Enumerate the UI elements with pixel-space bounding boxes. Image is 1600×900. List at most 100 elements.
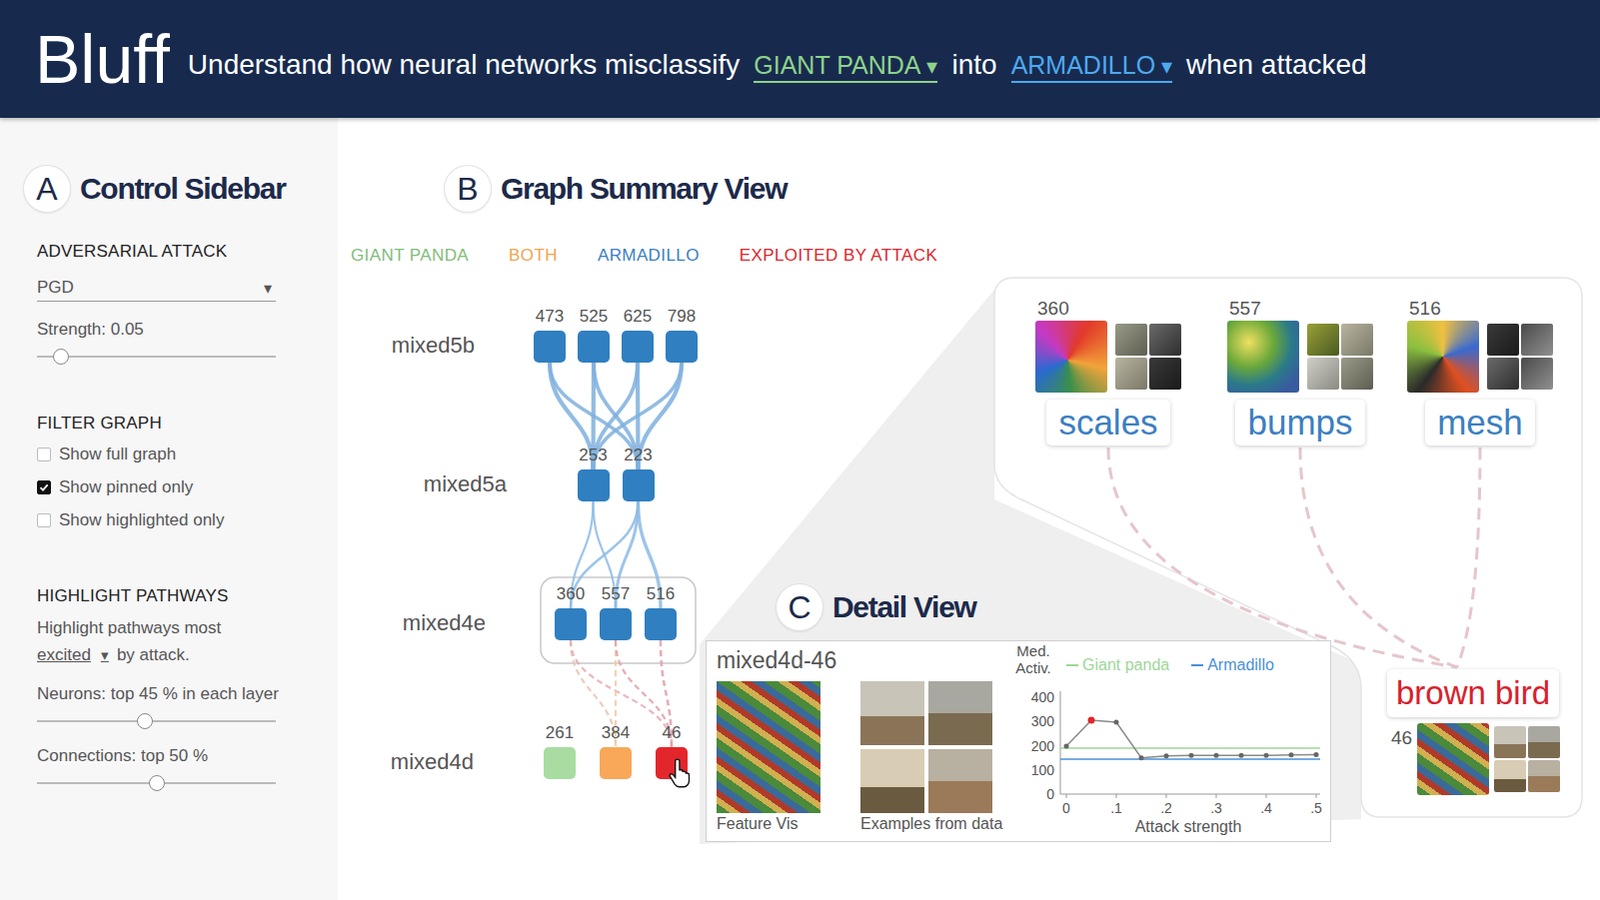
activation-point[interactable]	[1314, 752, 1320, 758]
neuron-number: 516	[635, 584, 686, 605]
x-tick-mark	[1316, 794, 1318, 799]
legend-item: EXPLOITED BY ATTACK	[739, 245, 938, 266]
sidebar-title-text: Control Sidebar	[79, 171, 286, 206]
example-thumbnail	[1494, 760, 1527, 793]
activation-point[interactable]	[1114, 719, 1120, 725]
layer-label: mixed5b	[337, 332, 475, 359]
example-thumbnail	[1341, 357, 1374, 390]
example-image	[928, 681, 993, 746]
subtitle-lead: Understand how neural networks misclassi…	[187, 48, 740, 81]
checkbox[interactable]	[36, 513, 51, 528]
check-icon	[37, 481, 50, 494]
y-tick: 400	[1031, 689, 1056, 706]
filter-option[interactable]: Show full graph	[36, 443, 338, 465]
dropdown-arrow-icon: ▾	[263, 278, 272, 298]
neuron-node[interactable]	[554, 608, 587, 641]
highlight-lead: Highlight pathways most	[36, 614, 338, 642]
body: A Control Sidebar ADVERSARIAL ATTACK PGD…	[0, 117, 1600, 900]
strength-label: Strength: 0.05	[36, 319, 338, 340]
legend-item: GIANT PANDA	[350, 245, 469, 266]
neuron-number: 46	[646, 723, 697, 744]
neuron-node[interactable]	[665, 330, 698, 363]
neuron-node[interactable]	[533, 330, 566, 363]
feature-visualization	[716, 681, 821, 814]
highlight-mode-select[interactable]: excited ▾	[36, 641, 109, 669]
pathway-slider[interactable]	[36, 774, 276, 793]
slider-thumb[interactable]	[148, 775, 165, 792]
y-tick: 0	[1046, 786, 1055, 803]
activation-point[interactable]	[1139, 755, 1145, 761]
activation-point[interactable]	[1239, 753, 1245, 759]
example-image	[860, 681, 925, 746]
neuron-node[interactable]	[599, 608, 632, 641]
example-thumbnail	[1521, 357, 1554, 390]
filter-option[interactable]: Show pinned only	[36, 476, 338, 498]
checkbox[interactable]	[36, 480, 51, 495]
target-class-dropdown[interactable]: ARMADILLO ▾	[1011, 50, 1173, 83]
neuron-number: 384	[590, 723, 641, 744]
strength-slider[interactable]	[36, 347, 276, 366]
neuron-node[interactable]	[599, 747, 632, 780]
highlight-tail: by attack.	[116, 641, 190, 669]
filter-option[interactable]: Show highlighted only	[36, 509, 338, 531]
checkbox[interactable]	[36, 447, 51, 462]
feature-card[interactable]: 557 bumps	[1227, 297, 1374, 446]
graph-title: B Graph Summary View	[337, 117, 1600, 212]
example-thumbnails	[1494, 726, 1561, 793]
activation-point[interactable]	[1164, 753, 1170, 759]
feature-visualization	[1417, 723, 1490, 796]
slider-thumb[interactable]	[136, 713, 153, 730]
slider-thumb[interactable]	[52, 348, 69, 365]
feature-images	[1407, 320, 1554, 393]
feature-card[interactable]: 516 mesh	[1407, 297, 1554, 446]
example-thumbnail	[1521, 323, 1554, 356]
filter-heading: FILTER GRAPH	[36, 413, 338, 434]
option-label: Show pinned only	[58, 477, 193, 498]
feature-label: mesh	[1425, 399, 1536, 446]
highlight-mode-row: excited ▾ by attack.	[36, 641, 338, 669]
neuron-node[interactable]	[543, 747, 576, 780]
x-tick-mark	[1266, 794, 1268, 799]
activation-point[interactable]	[1189, 753, 1195, 759]
example-thumbnail	[1115, 357, 1148, 390]
highlight-heading: HIGHLIGHT PATHWAYS	[36, 586, 338, 607]
source-class-dropdown[interactable]: GIANT PANDA ▾	[753, 50, 938, 83]
neuron-node[interactable]	[621, 330, 654, 363]
example-grid	[860, 681, 1003, 814]
neuron-node[interactable]	[577, 469, 610, 502]
feature-number: 516	[1407, 297, 1442, 320]
neuron-number: 223	[613, 445, 664, 466]
pathway-slider[interactable]	[36, 712, 276, 731]
detail-title: C Detail View	[776, 584, 977, 631]
activation-point[interactable]	[1064, 743, 1070, 749]
subtitle-tail: when attacked	[1186, 48, 1368, 81]
target-feature-card[interactable]: brown bird 46	[1377, 669, 1570, 796]
section-badge: A	[23, 165, 70, 212]
example-thumbnail	[1149, 357, 1182, 390]
neuron-node[interactable]	[622, 469, 655, 502]
feature-images	[1227, 320, 1374, 393]
x-tick: .4	[1260, 800, 1273, 817]
detail-title-text: Detail View	[832, 590, 977, 625]
hand-cursor-icon	[667, 757, 694, 792]
y-tick: 300	[1031, 713, 1056, 730]
chart-legend-item: Giant panda	[1066, 656, 1170, 675]
neuron-node[interactable]	[644, 608, 677, 641]
example-thumbnail	[1115, 323, 1148, 356]
feature-label: scales	[1046, 399, 1170, 446]
activation-point[interactable]	[1214, 753, 1220, 759]
layer-label: mixed4e	[345, 610, 486, 637]
neuron-node[interactable]	[577, 330, 610, 363]
x-tick: .3	[1210, 800, 1223, 817]
activation-point[interactable]	[1088, 717, 1096, 725]
zoom-connection	[1108, 447, 1458, 668]
x-tick-mark	[1066, 794, 1068, 799]
target-number: 46	[1391, 727, 1413, 750]
activation-point[interactable]	[1289, 752, 1295, 758]
feature-card[interactable]: 360 scales	[1035, 297, 1182, 446]
attack-select[interactable]: PGD ▾	[36, 277, 276, 302]
activation-point[interactable]	[1264, 753, 1270, 759]
y-axis-label: Med. Activ.	[1010, 643, 1057, 677]
neuron-number: 557	[590, 584, 641, 605]
example-thumbnail	[1307, 323, 1340, 356]
